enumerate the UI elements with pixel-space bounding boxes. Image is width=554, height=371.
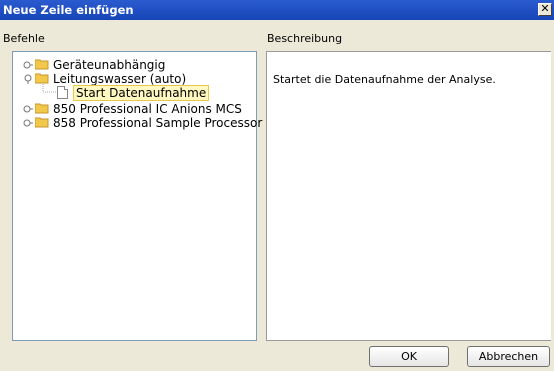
description-panel: Startet die Datenaufnahme der Analyse.	[266, 51, 551, 341]
folder-icon	[35, 103, 49, 114]
document-icon	[57, 86, 68, 99]
ok-button[interactable]: OK	[369, 346, 449, 367]
tree-connector	[42, 84, 56, 93]
close-button[interactable]: ✕	[538, 3, 552, 16]
expand-icon[interactable]	[23, 118, 33, 128]
tree-item-label: 858 Professional Sample Processor	[53, 116, 263, 130]
expand-icon[interactable]	[23, 104, 33, 114]
folder-icon	[35, 59, 49, 70]
tree-item-label-selected: Start Datenaufnahme	[73, 85, 210, 101]
window-title: Neue Zeile einfügen	[3, 3, 134, 17]
tree-item-label: Leitungswasser (auto)	[53, 72, 187, 86]
tree-item-858-professional[interactable]: 858 Professional Sample Processor	[21, 115, 262, 131]
tree-item-label: Geräteunabhängig	[53, 58, 166, 72]
cancel-button[interactable]: Abbrechen	[467, 346, 550, 367]
close-icon: ✕	[540, 2, 550, 15]
collapse-icon[interactable]	[23, 74, 33, 84]
folder-icon	[35, 117, 49, 128]
folder-icon	[35, 73, 49, 84]
tree-item-start-datenaufnahme[interactable]: Start Datenaufnahme	[21, 84, 221, 102]
tree-item-label: 850 Professional IC Anions MCS	[53, 102, 242, 116]
commands-tree-panel[interactable]: Geräteunabhängig Leitungswasser (auto) S…	[12, 51, 262, 341]
title-bar: Neue Zeile einfügen ✕	[0, 0, 554, 20]
commands-label: Befehle	[3, 32, 45, 45]
description-text: Startet die Datenaufnahme der Analyse.	[273, 73, 496, 86]
expand-icon[interactable]	[23, 60, 33, 70]
description-label: Beschreibung	[267, 32, 343, 45]
